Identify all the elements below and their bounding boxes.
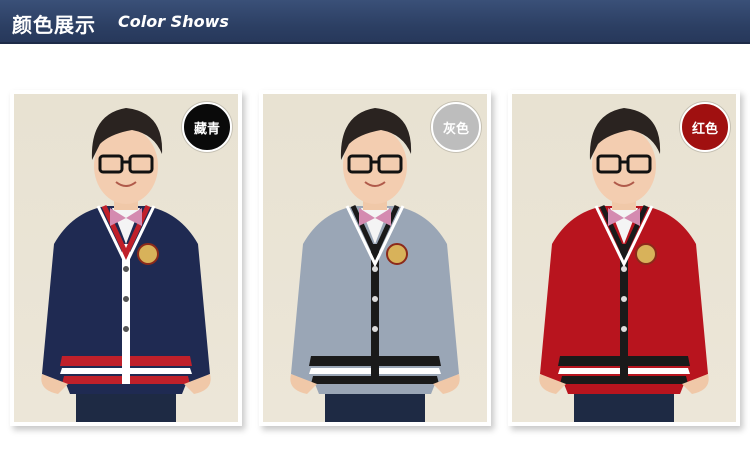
banner-divider (0, 42, 750, 44)
page-subtitle: Color Shows (118, 12, 229, 31)
product-card-gray[interactable]: 灰色 (259, 90, 491, 426)
color-label: 红色 (691, 121, 718, 137)
color-badge-red[interactable]: 红色 (680, 102, 730, 152)
color-label: 灰色 (442, 121, 469, 137)
page-title: 颜色展示 (12, 13, 96, 37)
product-card-navy[interactable]: 藏青 (10, 90, 242, 426)
header-banner: 颜色展示 Color Shows (0, 0, 750, 44)
product-card-red[interactable]: 红色 (508, 90, 740, 426)
color-badge-navy[interactable]: 藏青 (182, 102, 232, 152)
color-label: 藏青 (193, 121, 220, 137)
color-badge-gray[interactable]: 灰色 (431, 102, 481, 152)
